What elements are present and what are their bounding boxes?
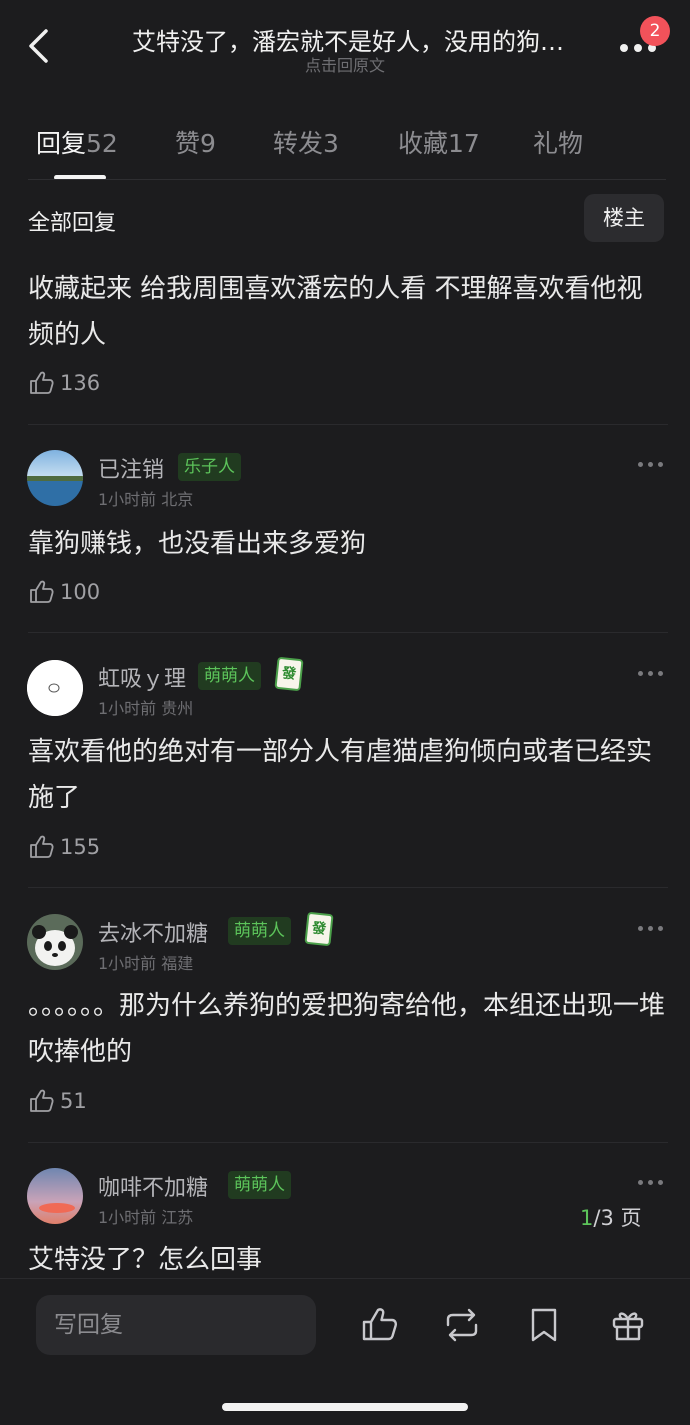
divider — [28, 179, 666, 180]
avatar[interactable] — [27, 660, 83, 716]
comment-more-icon[interactable] — [636, 924, 666, 934]
user-tag: 萌萌人 — [228, 917, 291, 945]
tab-gifts[interactable]: 礼物 — [533, 124, 583, 160]
avatar[interactable] — [27, 914, 83, 970]
page-indicator[interactable]: 1/3 页 — [580, 1202, 642, 1232]
like-button[interactable]: 155 — [28, 832, 100, 862]
username[interactable]: 去冰不加糖 — [98, 916, 208, 948]
divider — [28, 632, 668, 633]
user-tag: 萌萌人 — [198, 662, 261, 690]
comment-more-icon[interactable] — [636, 669, 666, 679]
home-indicator — [222, 1403, 468, 1411]
thumbs-up-icon — [30, 580, 54, 603]
comment-meta: 1小时前 江苏 — [98, 1208, 194, 1227]
comment-text: 艾特没了？怎么回事 — [28, 1245, 263, 1275]
comment-more-icon[interactable] — [636, 1178, 666, 1188]
section-title: 全部回复 — [28, 211, 117, 236]
like-button[interactable]: 136 — [28, 368, 100, 398]
notification-badge[interactable]: 2 — [640, 16, 670, 46]
comment-text: 。。。。。。那为什么养狗的爱把狗寄给他，本组还出现一堆吹捧他的 — [28, 991, 666, 1067]
mahjong-tile-icon: 發 — [274, 656, 304, 692]
tab-likes[interactable]: 赞9 — [175, 124, 216, 160]
divider — [28, 1142, 668, 1143]
like-count: 51 — [60, 1089, 87, 1113]
like-post-icon[interactable] — [360, 1305, 400, 1345]
like-button[interactable]: 100 — [28, 577, 100, 607]
op-only-filter-button[interactable]: 楼主 — [584, 194, 664, 242]
like-count: 100 — [60, 580, 101, 604]
comment-meta: 1小时前 福建 — [98, 954, 194, 973]
username[interactable]: 虹吸ｙ理 — [98, 661, 186, 693]
tab-favorites[interactable]: 收藏17 — [398, 124, 480, 160]
thumbs-up-icon — [30, 1089, 54, 1112]
comment-text: 收藏起来 给我周围喜欢潘宏的人看 不理解喜欢看他视频的人 — [28, 274, 643, 350]
tab-replies[interactable]: 回复52 — [36, 124, 118, 160]
avatar[interactable] — [27, 450, 83, 506]
divider — [28, 424, 668, 425]
user-tag: 萌萌人 — [228, 1171, 291, 1199]
comment-text: 靠狗赚钱，也没看出来多爱狗 — [28, 529, 367, 559]
reply-input[interactable]: 写回复 — [36, 1295, 316, 1355]
user-tag: 乐子人 — [178, 453, 241, 481]
username[interactable]: 已注销 — [98, 452, 164, 484]
comment-more-icon[interactable] — [636, 460, 666, 470]
top-navigation-bar: 艾特没了，潘宏就不是好人，没用的狗… 点击回原文 2 — [0, 0, 690, 90]
comment-meta: 1小时前 北京 — [98, 490, 194, 509]
bookmark-icon[interactable] — [524, 1305, 564, 1345]
username[interactable]: 咖啡不加糖 — [98, 1170, 208, 1202]
mahjong-tile-icon: 發 — [304, 911, 334, 947]
back-to-post-link[interactable]: 点击回原文 — [0, 52, 690, 76]
gift-icon[interactable] — [608, 1305, 648, 1345]
avatar[interactable] — [27, 1168, 83, 1224]
like-count: 136 — [60, 371, 101, 395]
tab-reposts[interactable]: 转发3 — [273, 124, 339, 160]
repost-icon[interactable] — [442, 1305, 482, 1345]
thumbs-up-icon — [30, 835, 54, 858]
tab-bar: 回复52 赞9 转发3 收藏17 礼物 — [0, 110, 690, 180]
divider — [28, 887, 668, 888]
bottom-action-bar: 写回复 — [0, 1278, 690, 1425]
comment-meta: 1小时前 贵州 — [98, 699, 194, 718]
thumbs-up-icon — [30, 371, 54, 394]
like-count: 155 — [60, 835, 101, 859]
comment-text: 喜欢看他的绝对有一部分人有虐猫虐狗倾向或者已经实施了 — [28, 737, 653, 813]
like-button[interactable]: 51 — [28, 1086, 87, 1116]
